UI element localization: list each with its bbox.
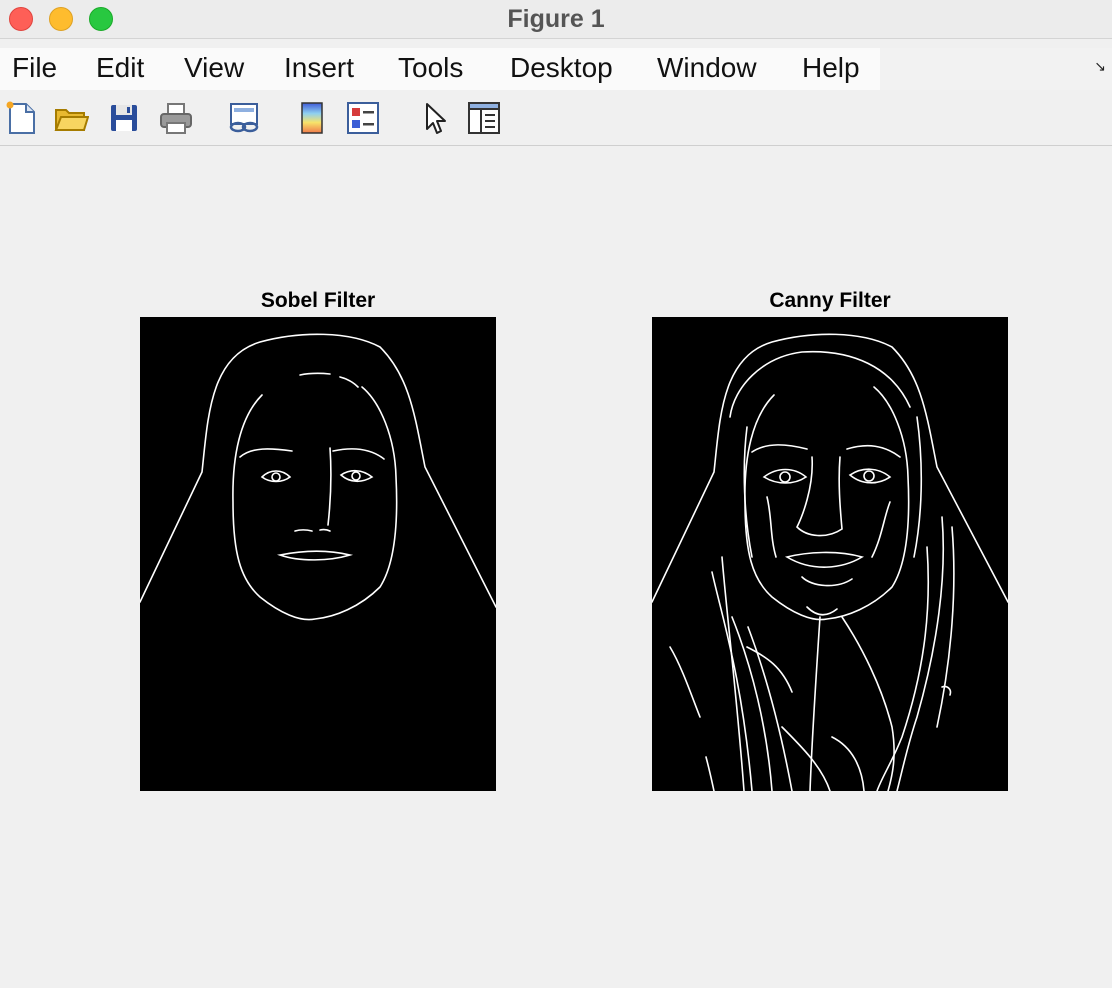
menu-tools[interactable]: Tools (398, 52, 463, 84)
canny-edge-image (652, 317, 1008, 791)
dock-arrow-icon[interactable]: ↘ (1094, 58, 1106, 75)
property-inspector-icon[interactable] (466, 100, 502, 136)
save-icon[interactable] (106, 100, 142, 136)
colorbar-icon[interactable] (294, 100, 330, 136)
menu-edit[interactable]: Edit (96, 52, 144, 84)
menu-file[interactable]: File (12, 52, 57, 84)
new-figure-icon[interactable] (4, 100, 40, 136)
menu-desktop[interactable]: Desktop (510, 52, 613, 84)
title-bar: Figure 1 (0, 0, 1112, 39)
print-icon[interactable] (158, 100, 194, 136)
menu-help[interactable]: Help (802, 52, 860, 84)
sobel-axes-title: Sobel Filter (260, 289, 376, 312)
canny-axes-title: Canny Filter (769, 289, 891, 312)
menu-insert[interactable]: Insert (284, 52, 354, 84)
menu-view[interactable]: View (184, 52, 244, 84)
figure-toolbar (0, 92, 1112, 146)
menu-window[interactable]: Window (657, 52, 757, 84)
sobel-edge-image (140, 317, 496, 791)
window-title: Figure 1 (507, 5, 605, 33)
link-plot-icon[interactable] (226, 100, 262, 136)
menu-bar: File Edit View Insert Tools Desktop Wind… (0, 48, 1112, 90)
pointer-arrow-icon[interactable] (416, 100, 452, 136)
open-folder-icon[interactable] (53, 100, 89, 136)
legend-icon[interactable] (345, 100, 381, 136)
